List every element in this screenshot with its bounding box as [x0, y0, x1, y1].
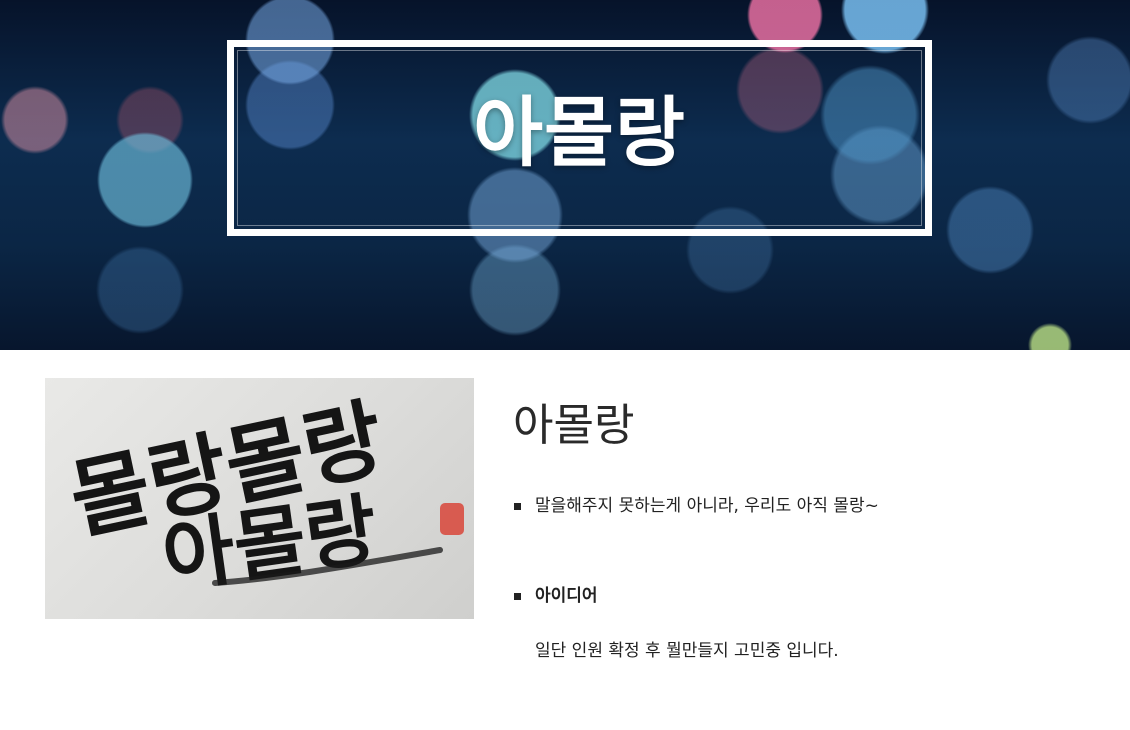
calligraphy-image: 몰랑몰랑 아몰랑 — [45, 378, 474, 619]
idea-description: 일단 인원 확정 후 뭘만들지 고민중 입니다. — [535, 641, 839, 661]
bullet-item-tagline: 말을해주지 못하는게 아니라, 우리도 아직 몰랑~ — [513, 495, 879, 517]
calligraphy-art: 몰랑몰랑 아몰랑 — [62, 388, 464, 604]
red-seal-stamp — [440, 503, 464, 535]
hero-banner: 아몰랑 — [0, 0, 1130, 350]
main-content: 몰랑몰랑 아몰랑 아몰랑 말을해주지 못하는게 아니라, 우리도 아직 몰랑~ … — [0, 350, 1130, 730]
hero-title: 아몰랑 — [473, 88, 686, 177]
section-title: 아몰랑 — [513, 400, 635, 451]
bullet-item-idea: 아이디어 — [513, 585, 598, 607]
info-panel: 아몰랑 말을해주지 못하는게 아니라, 우리도 아직 몰랑~ 아이디어 일단 인… — [513, 400, 1093, 661]
hero-title-frame: 아몰랑 — [227, 40, 932, 236]
